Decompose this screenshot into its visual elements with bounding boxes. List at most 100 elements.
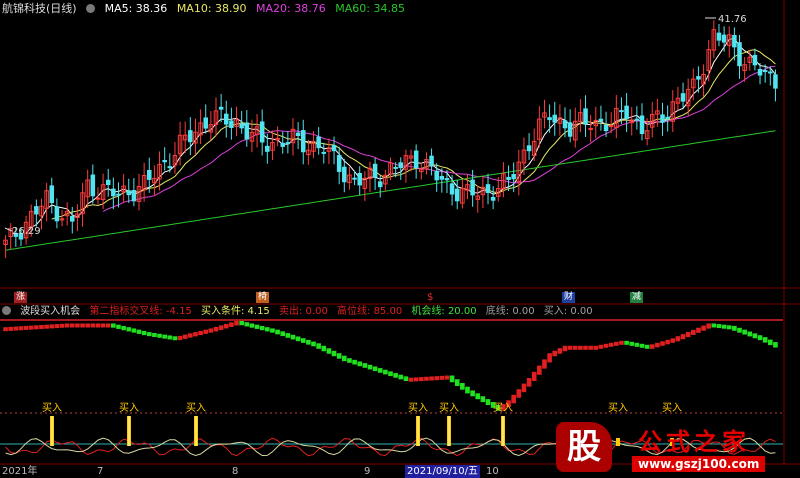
candle-body	[449, 183, 455, 195]
candle-body	[54, 206, 60, 222]
indicator-bar	[326, 348, 332, 354]
candle-body	[49, 185, 55, 204]
buy-signal-highlight	[417, 416, 419, 446]
indicator-bar	[465, 386, 470, 394]
indicator-bar	[75, 323, 80, 328]
indicator-bar	[598, 344, 604, 349]
ma5-line	[25, 38, 776, 234]
indicator-bar	[572, 345, 578, 350]
indicator-bar	[336, 353, 342, 359]
indicator-bar	[721, 324, 727, 329]
indicator-bar	[300, 338, 306, 343]
indicator-bar	[198, 330, 203, 336]
marker-dollar[interactable]: $	[425, 292, 435, 303]
indicator-settings-icon[interactable]	[2, 306, 11, 315]
candle-body	[398, 162, 404, 169]
indicator-bar	[537, 365, 542, 375]
indicator-line6: 底线: 0.00	[485, 306, 535, 317]
indicator-bar	[665, 339, 670, 345]
candle-body	[470, 179, 475, 196]
indicator-bar	[454, 379, 460, 386]
candle-body	[223, 113, 229, 125]
indicator-bar	[69, 323, 75, 328]
indicator-bar	[34, 325, 39, 330]
candle-body	[316, 136, 321, 149]
candle-body	[624, 105, 629, 119]
indicator-bar	[675, 336, 681, 342]
indicator-bar	[8, 326, 14, 331]
candle-body	[506, 176, 511, 181]
candle-body	[696, 76, 701, 80]
candle-body	[598, 118, 604, 122]
indicator-bar	[254, 324, 260, 329]
candle-body	[660, 114, 665, 123]
indicator-bar	[747, 331, 753, 337]
candle-body	[105, 179, 111, 186]
indicator-bar	[341, 355, 347, 362]
indicator-bar	[146, 332, 152, 337]
indicator-bar	[367, 364, 373, 370]
buy-signal-highlight	[502, 416, 504, 446]
buy-signal-highlight	[128, 416, 130, 446]
candle-body	[352, 177, 357, 180]
candle-body	[331, 145, 337, 152]
indicator-bar	[696, 327, 701, 333]
marker-zhang[interactable]: 涨	[14, 292, 28, 303]
candle-body	[239, 123, 244, 129]
indicator-bar	[285, 333, 291, 338]
indicator-bar	[552, 350, 558, 357]
marker-cai[interactable]: 财	[562, 292, 576, 303]
candle-body	[162, 159, 167, 163]
indicator-bar	[44, 324, 49, 329]
candle-body	[680, 93, 686, 102]
candle-body	[768, 71, 773, 74]
xaxis-month-8: 8	[232, 466, 239, 477]
indicator-bar	[670, 338, 676, 343]
indicator-bar	[357, 361, 363, 367]
indicator-bar	[485, 399, 491, 405]
indicator-bar	[460, 382, 465, 390]
buy-signal-highlight	[51, 416, 53, 446]
indicator-bar	[13, 326, 19, 331]
candle-body	[665, 116, 670, 120]
indicator-bar	[418, 377, 424, 382]
candle-body	[603, 124, 609, 132]
marker-hong[interactable]: 椅	[256, 292, 270, 303]
indicator-line5: 机会线: 20.00	[411, 306, 477, 317]
candle-body	[552, 114, 558, 123]
watermark-url: www.gszj100.com	[632, 456, 766, 472]
indicator-bar	[162, 334, 167, 339]
indicator-bar	[229, 322, 234, 327]
indicator-bar	[316, 343, 321, 349]
indicator-bar	[105, 323, 111, 328]
indicator-bar	[475, 393, 481, 400]
candle-body	[608, 125, 614, 128]
indicator-bar	[213, 326, 219, 332]
indicator-bar	[203, 329, 209, 334]
candle-body	[721, 34, 727, 43]
buy-signal-label: 买入	[42, 402, 62, 414]
indicator-bar	[249, 323, 255, 328]
candle-body	[429, 155, 434, 167]
indicator-bar	[762, 337, 768, 343]
marker-jian[interactable]: 减	[630, 292, 644, 303]
indicator-bar	[59, 323, 65, 328]
candle-body	[444, 178, 450, 181]
indicator-bar	[80, 323, 85, 328]
candle-body	[259, 121, 265, 143]
candle-body	[732, 34, 737, 48]
indicator-bar	[619, 340, 624, 345]
indicator-bar	[136, 329, 142, 334]
xaxis-selected-date[interactable]: 2021/09/10/五	[405, 465, 481, 478]
xaxis-month-9: 9	[364, 466, 371, 477]
candle-body	[357, 172, 362, 186]
indicator-bar	[280, 331, 286, 337]
indicator-bar	[732, 325, 737, 331]
indicator-bar	[752, 333, 758, 339]
indicator-bar	[352, 359, 357, 365]
indicator-bar	[49, 324, 55, 329]
buy-signal-label: 买入	[408, 402, 428, 414]
candle-body	[95, 197, 101, 200]
indicator-bar	[18, 326, 24, 331]
indicator-bar	[239, 320, 244, 326]
